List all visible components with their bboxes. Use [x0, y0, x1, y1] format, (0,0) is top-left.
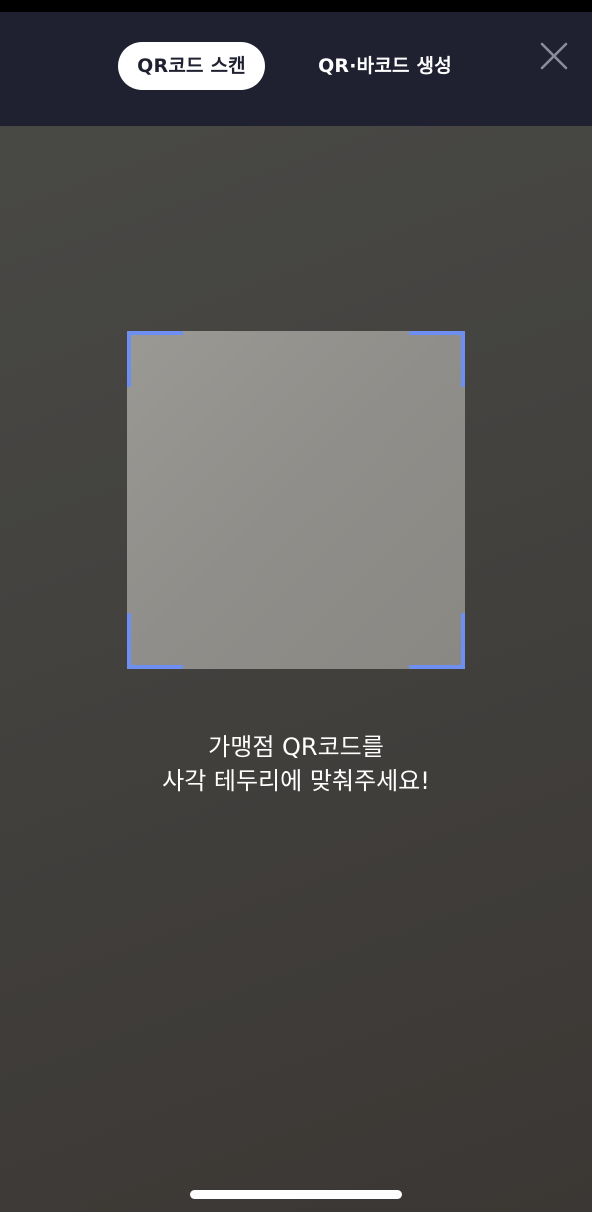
qr-scan-screen: QR코드 스캔 QR·바코드 생성 가맹점 QR코드를 사각 테두리에 맞춰주세… [0, 0, 592, 1212]
scan-corner-top-right [409, 331, 465, 387]
status-bar [0, 0, 592, 12]
tab-qr-scan[interactable]: QR코드 스캔 [118, 42, 265, 90]
close-button[interactable] [536, 38, 572, 74]
close-icon [540, 42, 568, 70]
instruction-line-2: 사각 테두리에 맞춰주세요! [162, 767, 430, 795]
tab-qr-barcode-generate[interactable]: QR·바코드 생성 [300, 42, 470, 90]
instruction-line-1: 가맹점 QR코드를 [208, 733, 384, 761]
scan-frame [127, 331, 465, 669]
scan-corner-bottom-right [409, 613, 465, 669]
scan-corner-top-left [127, 331, 183, 387]
top-header: QR코드 스캔 QR·바코드 생성 [0, 12, 592, 126]
home-indicator[interactable] [190, 1190, 402, 1199]
scan-corner-bottom-left [127, 613, 183, 669]
scan-instruction: 가맹점 QR코드를 사각 테두리에 맞춰주세요! [0, 730, 592, 798]
